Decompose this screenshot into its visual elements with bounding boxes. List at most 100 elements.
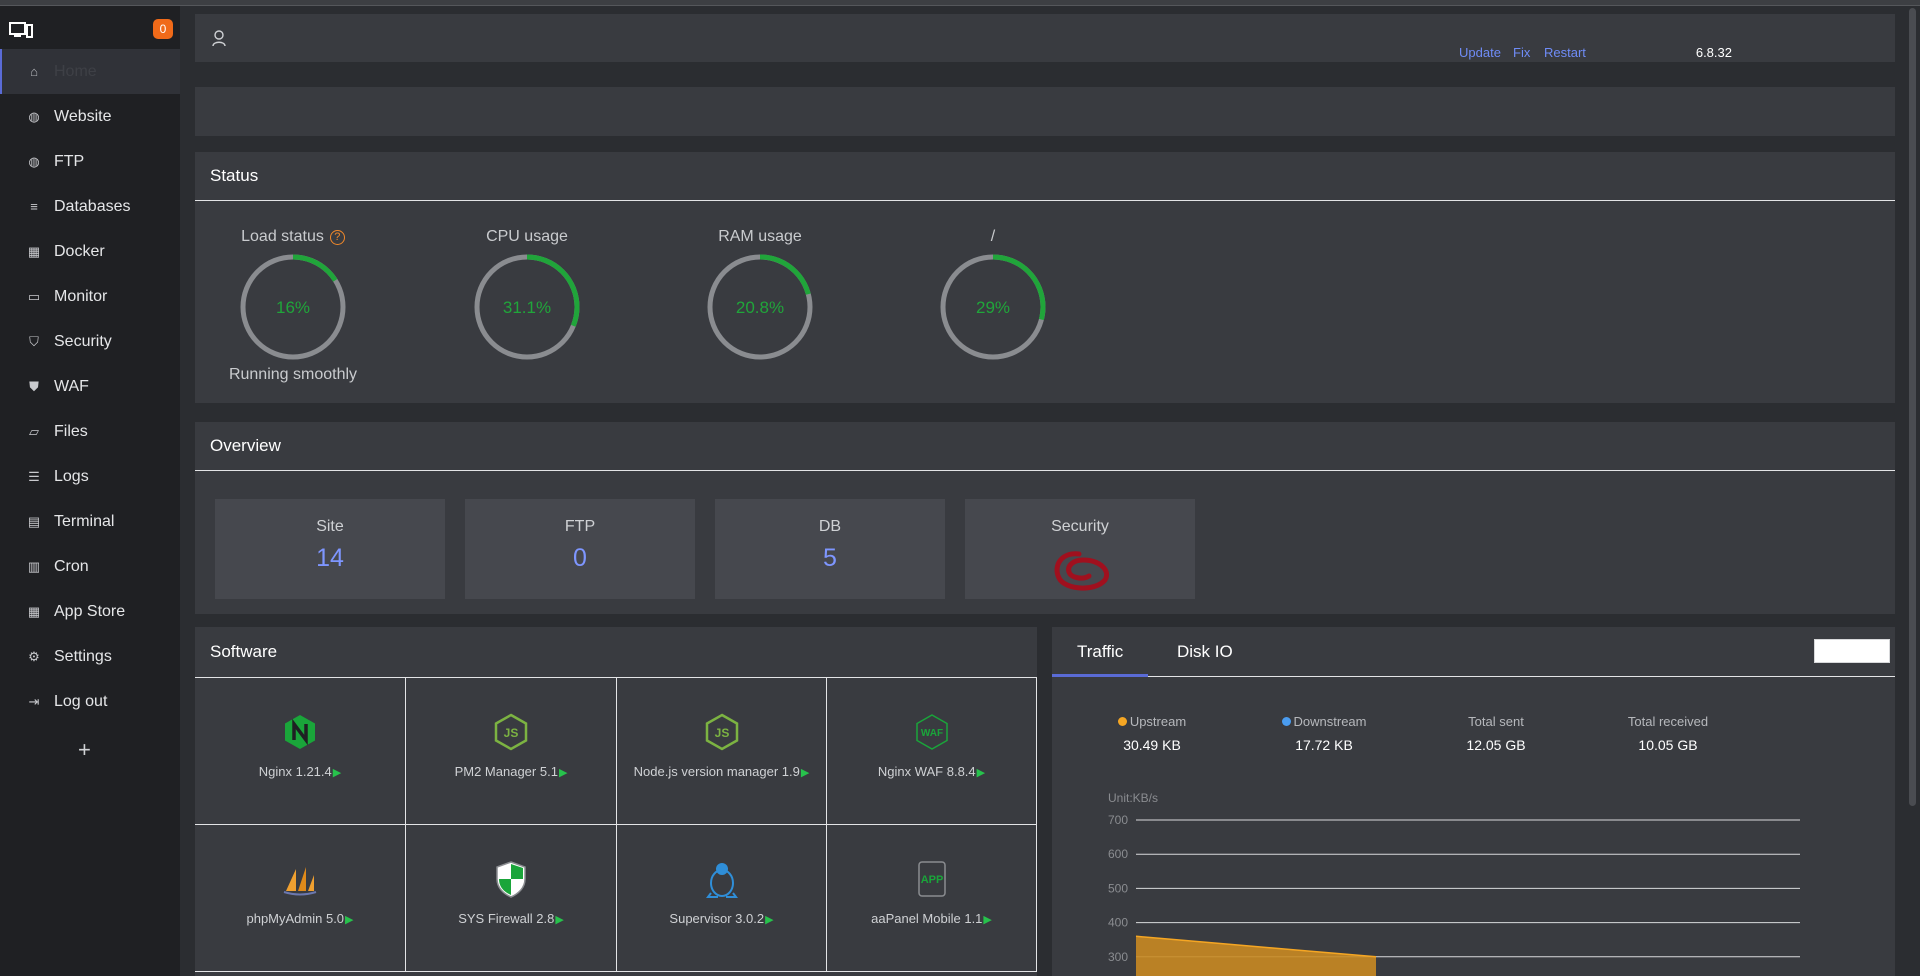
- sidebar-item-website[interactable]: ◍ Website: [0, 94, 180, 139]
- page-scrollbar[interactable]: [1904, 6, 1920, 976]
- gauge-status-text: Running smoothly: [228, 366, 358, 383]
- sidebar-item-home[interactable]: ⌂ Home: [0, 49, 180, 94]
- notification-badge[interactable]: 0: [153, 19, 173, 39]
- traffic-panel: Traffic Disk IO Upstream 30.49 KB Downstre…: [1052, 627, 1895, 976]
- software-item[interactable]: SYS Firewall 2.8▶: [406, 825, 617, 972]
- update-link[interactable]: Update: [1459, 45, 1501, 60]
- help-icon[interactable]: ?: [329, 230, 345, 245]
- red-circle-scribble: [1054, 551, 1109, 591]
- software-item-name: Supervisor 3.0.2: [669, 911, 765, 926]
- logout-icon: ⇥: [28, 693, 40, 709]
- sidebar-item-docker[interactable]: ▦ Docker: [0, 229, 180, 274]
- user-icon[interactable]: [211, 29, 227, 47]
- sidebar-item-label: Monitor: [54, 287, 108, 305]
- overview-card-ftp[interactable]: FTP 0: [465, 499, 695, 599]
- gauge-title: Load status?: [238, 228, 348, 250]
- add-menu-button[interactable]: +: [78, 737, 91, 763]
- overview-card-site[interactable]: Site 14: [215, 499, 445, 599]
- ftp-globe-icon: ◍: [28, 153, 40, 169]
- software-item[interactable]: APP aaPanel Mobile 1.1▶: [827, 825, 1037, 972]
- sidebar-item-terminal[interactable]: ▤ Terminal: [0, 499, 180, 544]
- traffic-stat-label: Upstream: [1072, 714, 1232, 729]
- traffic-stat-label: Downstream: [1244, 714, 1404, 729]
- main-content: 6.8.32 Update Fix Restart Status Load st…: [180, 6, 1902, 976]
- software-item-name: Nginx WAF 8.8.4: [877, 764, 976, 779]
- sidebar-item-ftp[interactable]: ◍ FTP: [0, 139, 180, 184]
- interface-select[interactable]: [1814, 639, 1890, 663]
- tab-disk-io[interactable]: Disk IO: [1177, 642, 1233, 662]
- sidebar-item-label: Settings: [54, 647, 112, 665]
- gauge-ring: 20.8%: [707, 254, 813, 360]
- gauge-value: 20.8%: [736, 298, 784, 317]
- sidebar-item-logs[interactable]: ☰ Logs: [0, 454, 180, 499]
- overview-card-value: 0: [573, 544, 587, 572]
- sidebar-item-label: Cron: [54, 557, 89, 575]
- home-icon: ⌂: [30, 64, 38, 79]
- overview-card-value: 5: [823, 544, 837, 572]
- svg-text:WAF: WAF: [920, 728, 942, 739]
- software-item-name: phpMyAdmin 5.0: [246, 911, 345, 926]
- play-arrow-icon[interactable]: ▶: [555, 914, 563, 926]
- sidebar-item-monitor[interactable]: ▭ Monitor: [0, 274, 180, 319]
- sidebar-item-log-out[interactable]: ⇥ Log out: [0, 679, 180, 724]
- traffic-stat: Total sent 12.05 GB: [1416, 714, 1576, 753]
- software-item[interactable]: WAF Nginx WAF 8.8.4▶: [827, 678, 1037, 825]
- overview-card-security[interactable]: Security: [965, 499, 1195, 599]
- waf-icon: WAF: [915, 714, 948, 750]
- monitor-logo-icon[interactable]: [9, 21, 33, 39]
- status-panel: Status Load status? 16% Running smoothly CP…: [195, 152, 1895, 403]
- software-item-name-row: aaPanel Mobile 1.1▶: [827, 911, 1036, 926]
- software-item[interactable]: Supervisor 3.0.2▶: [617, 825, 827, 972]
- sidebar-item-app-store[interactable]: ▦ App Store: [0, 589, 180, 634]
- sidebar-item-settings[interactable]: ⚙ Settings: [0, 634, 180, 679]
- overview-card-label: Security: [1051, 518, 1109, 535]
- tab-traffic[interactable]: Traffic: [1077, 642, 1123, 662]
- sidebar-item-databases[interactable]: ≡ Databases: [0, 184, 180, 229]
- overview-panel: Overview Site 14 FTP 0 DB 5 Security: [195, 422, 1895, 614]
- play-arrow-icon[interactable]: ▶: [559, 767, 567, 779]
- sidebar-item-label: Website: [54, 107, 112, 125]
- play-arrow-icon[interactable]: ▶: [765, 914, 773, 926]
- overview-card-db[interactable]: DB 5: [715, 499, 945, 599]
- software-item[interactable]: JS Node.js version manager 1.9▶: [617, 678, 827, 825]
- gauge-title-text: RAM usage: [718, 228, 802, 245]
- chart-unit-label: Unit:KB/s: [1108, 791, 1158, 805]
- play-arrow-icon[interactable]: ▶: [977, 767, 985, 779]
- sidebar-item-files[interactable]: ▱ Files: [0, 409, 180, 454]
- log-icon: ☰: [28, 468, 40, 484]
- traffic-stat: Total received 10.05 GB: [1588, 714, 1748, 753]
- sidebar-item-cron[interactable]: ▥ Cron: [0, 544, 180, 589]
- software-item[interactable]: phpMyAdmin 5.0▶: [195, 825, 406, 972]
- fix-link[interactable]: Fix: [1513, 45, 1530, 60]
- software-item[interactable]: JS PM2 Manager 5.1▶: [406, 678, 617, 825]
- gauge-value: 31.1%: [503, 298, 551, 317]
- play-arrow-icon[interactable]: ▶: [983, 914, 991, 926]
- gauge-3[interactable]: / 29%: [938, 228, 1048, 362]
- software-item-name: SYS Firewall 2.8: [458, 911, 555, 926]
- software-panel: Software Nginx 1.21.4▶ JS PM2 Manager 5.1▶…: [195, 627, 1037, 976]
- gauge-title: /: [938, 228, 1048, 250]
- upstream-area: [1136, 936, 1376, 976]
- overview-card-label: FTP: [564, 518, 596, 535]
- scrollbar-thumb[interactable]: [1909, 8, 1916, 806]
- y-tick-label: 300: [1108, 950, 1128, 964]
- sidebar-item-label: WAF: [54, 377, 89, 395]
- restart-link[interactable]: Restart: [1544, 45, 1586, 60]
- gauge-0[interactable]: Load status? 16% Running smoothly: [229, 228, 357, 384]
- gauge-2[interactable]: RAM usage 20.8%: [705, 228, 815, 362]
- software-title: Software: [210, 641, 278, 661]
- sidebar-item-label: Files: [54, 422, 88, 440]
- traffic-stat-label: Total sent: [1416, 714, 1576, 729]
- overview-title: Overview: [195, 422, 1895, 471]
- sidebar-item-label: Docker: [54, 242, 105, 260]
- sidebar-item-label: Home: [54, 62, 97, 80]
- sidebar-item-waf[interactable]: ⛊ WAF: [0, 364, 180, 409]
- gauge-1[interactable]: CPU usage 31.1%: [472, 228, 582, 362]
- play-arrow-icon[interactable]: ▶: [333, 767, 341, 779]
- software-item[interactable]: Nginx 1.21.4▶: [195, 678, 406, 825]
- play-arrow-icon[interactable]: ▶: [801, 767, 809, 779]
- folder-icon: ▱: [29, 423, 39, 439]
- play-arrow-icon[interactable]: ▶: [345, 914, 353, 926]
- traffic-stat: Downstream 17.72 KB: [1244, 714, 1404, 753]
- sidebar-item-security[interactable]: ⛉ Security: [0, 319, 180, 364]
